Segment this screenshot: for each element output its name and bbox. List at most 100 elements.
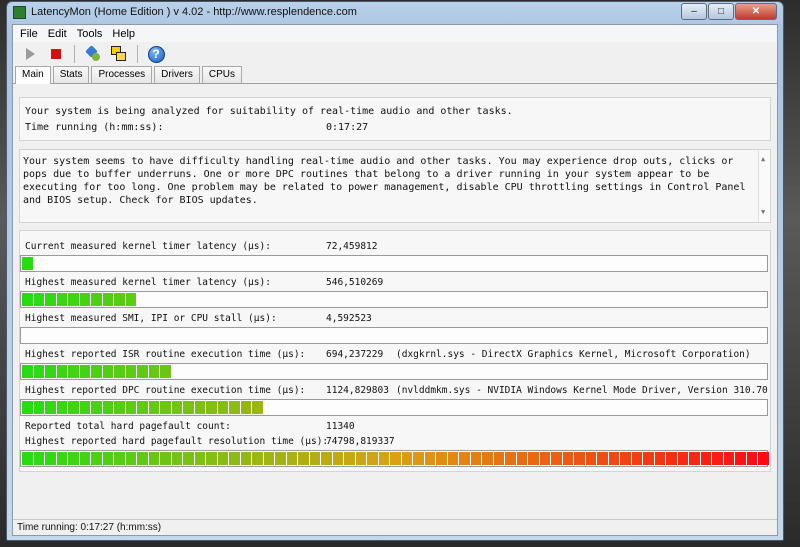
bar-segment: [528, 452, 539, 465]
bar-segment: [712, 452, 723, 465]
bar-segment: [102, 293, 113, 306]
maximize-button[interactable]: □: [708, 3, 734, 20]
metric-label: Highest reported ISR routine execution t…: [25, 349, 306, 360]
bar-segment: [263, 452, 274, 465]
app-icon: [13, 6, 26, 19]
bar-segment: [240, 452, 251, 465]
tools-button[interactable]: [82, 43, 104, 65]
bar-segment: [723, 452, 734, 465]
latency-bar: [20, 363, 768, 380]
bar-segment: [91, 401, 102, 414]
bar-segment: [390, 452, 401, 465]
bar-segment: [574, 452, 585, 465]
bar-segment: [45, 365, 56, 378]
close-button[interactable]: ✕: [735, 3, 777, 20]
bar-segment: [102, 365, 113, 378]
bar-segment: [677, 452, 688, 465]
metric-value: 1124,829803: [326, 385, 389, 396]
tab-main[interactable]: Main: [15, 66, 51, 84]
bar-segment: [194, 452, 205, 465]
bar-segment: [148, 401, 159, 414]
help-button[interactable]: ?: [145, 43, 167, 65]
latency-bar: [20, 291, 768, 308]
bar-segment: [700, 452, 711, 465]
latency-bar: [20, 450, 769, 467]
bar-segment: [482, 452, 493, 465]
bar-segment: [217, 452, 228, 465]
toolbar-separator: [137, 45, 138, 63]
bar-segment: [33, 365, 44, 378]
bar-segment: [114, 401, 125, 414]
bar-segment: [309, 452, 320, 465]
scroll-up-icon[interactable]: ▲: [761, 153, 765, 166]
bar-segment: [137, 365, 148, 378]
minimize-button[interactable]: –: [681, 3, 707, 20]
bar-segment: [171, 452, 182, 465]
conclusion-message: Your system seems to have difficulty han…: [23, 156, 746, 206]
tools-icon: [85, 46, 101, 62]
bar-segment: [68, 293, 79, 306]
bar-segment: [56, 452, 67, 465]
bar-segment: [217, 401, 228, 414]
metric-value: 694,237229: [326, 349, 384, 360]
window-title: LatencyMon (Home Edition ) v 4.02 - http…: [31, 6, 357, 18]
bar-segment: [539, 452, 550, 465]
bar-segment: [252, 401, 263, 414]
metric-label: Highest measured SMI, IPI or CPU stall (…: [25, 313, 277, 324]
bar-segment: [79, 452, 90, 465]
menu-edit[interactable]: Edit: [43, 28, 72, 40]
bar-segment: [56, 293, 67, 306]
bar-segment: [401, 452, 412, 465]
bar-segment: [91, 365, 102, 378]
bar-segment: [125, 293, 136, 306]
scroll-down-icon[interactable]: ▼: [761, 206, 765, 219]
menu-tools[interactable]: Tools: [72, 28, 108, 40]
bar-segment: [355, 452, 366, 465]
bar-segment: [68, 401, 79, 414]
menu-file[interactable]: File: [15, 28, 43, 40]
bar-segment: [137, 401, 148, 414]
bar-segment: [22, 452, 33, 465]
client-area: File Edit Tools Help ? Main Stats Proces…: [12, 24, 778, 536]
tab-cpus[interactable]: CPUs: [201, 66, 242, 83]
bar-segment: [493, 452, 504, 465]
pagefault-time-value: 74798,819337: [326, 436, 395, 447]
latency-bar: [20, 327, 768, 344]
bar-segment: [79, 401, 90, 414]
menu-help[interactable]: Help: [107, 28, 140, 40]
bar-segment: [516, 452, 527, 465]
bar-segment: [643, 452, 654, 465]
bar-segment: [171, 401, 182, 414]
message-scrollbar[interactable]: ▲ ▼: [758, 150, 770, 222]
title-bar[interactable]: LatencyMon (Home Edition ) v 4.02 - http…: [7, 2, 783, 24]
bar-segment: [447, 452, 458, 465]
bar-segment: [286, 452, 297, 465]
bar-segment: [22, 401, 33, 414]
menu-bar: File Edit Tools Help: [13, 25, 777, 42]
bar-segment: [148, 452, 159, 465]
windows-icon: [111, 46, 127, 62]
tab-processes[interactable]: Processes: [91, 66, 153, 83]
latency-bar: [20, 255, 768, 272]
bar-segment: [148, 365, 159, 378]
tab-drivers[interactable]: Drivers: [154, 66, 200, 83]
bar-segment: [56, 365, 67, 378]
tab-stats[interactable]: Stats: [52, 66, 90, 83]
time-running-label: Time running (h:mm:ss):: [25, 122, 164, 133]
windows-button[interactable]: [108, 43, 130, 65]
bar-segment: [689, 452, 700, 465]
bar-segment: [758, 452, 769, 465]
conclusion-message-panel[interactable]: Your system seems to have difficulty han…: [19, 149, 771, 223]
bar-segment: [160, 365, 171, 378]
latency-bar: [20, 399, 768, 416]
metric-driver: (nvlddmkm.sys - NVIDIA Windows Kernel Mo…: [396, 385, 768, 396]
bar-segment: [240, 401, 251, 414]
bar-segment: [229, 401, 240, 414]
bar-segment: [79, 365, 90, 378]
stop-button[interactable]: [45, 43, 67, 65]
bar-segment: [470, 452, 481, 465]
start-button[interactable]: [19, 43, 41, 65]
stop-icon: [51, 49, 61, 59]
bar-segment: [114, 365, 125, 378]
metric-label: Current measured kernel timer latency (µ…: [25, 241, 271, 252]
